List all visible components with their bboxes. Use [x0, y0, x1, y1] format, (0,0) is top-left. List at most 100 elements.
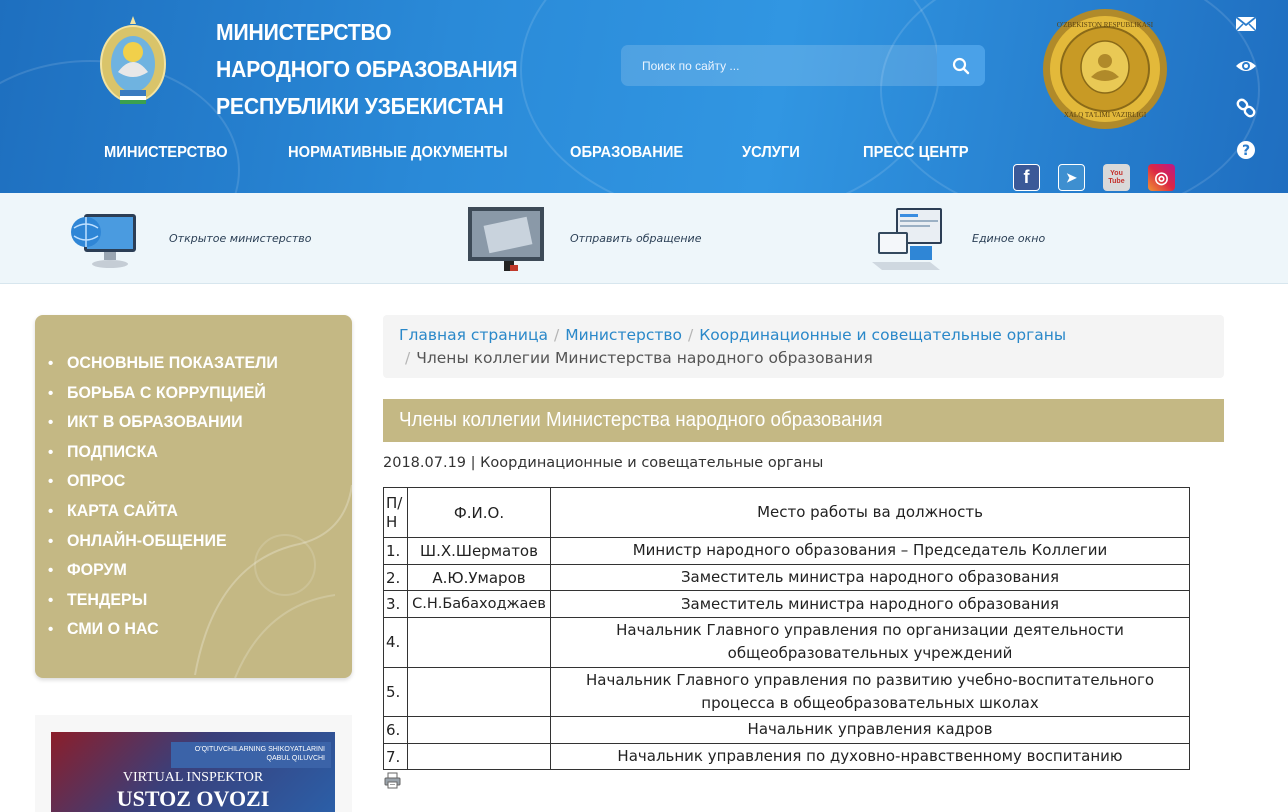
- instagram-icon[interactable]: ◎: [1148, 164, 1175, 191]
- ministry-title[interactable]: МИНИСТЕРСТВО НАРОДНОГО ОБРАЗОВАНИЯ РЕСПУ…: [216, 14, 520, 125]
- telegram-glyph: ➤: [1066, 169, 1077, 185]
- main-navigation: МИНИСТЕРСТВО НОРМАТИВНЫЕ ДОКУМЕНТЫ ОБРАЗ…: [104, 144, 983, 168]
- ministry-title-line: НАРОДНОГО ОБРАЗОВАНИЯ: [216, 56, 518, 82]
- sidebar-menu: • ОСНОВНЫЕ ПОКАЗАТЕЛИ • БОРЬБА С КОРРУПЦИЕ…: [35, 315, 352, 678]
- ministry-seal-logo[interactable]: O'ZBEKISTON RESPUBLIKASI XALQ TA'LIMI VA…: [1041, 7, 1169, 131]
- nav-services[interactable]: УСЛУГИ: [742, 144, 853, 168]
- nav-normative-documents[interactable]: НОРМАТИВНЫЕ ДОКУМЕНТЫ: [288, 144, 547, 168]
- banner-big-text: USTOZ OVOZI: [116, 786, 270, 811]
- banner-mid-text: VIRTUAL INSPEKTOR: [122, 770, 264, 785]
- cell-name: Ш.Х.Шерматов: [407, 537, 551, 565]
- help-icon[interactable]: ?: [1232, 136, 1260, 164]
- sidebar-item-main-indicators[interactable]: • ОСНОВНЫЕ ПОКАЗАТЕЛИ: [48, 348, 291, 378]
- sidebar-item-label: ОПРОС: [67, 471, 126, 491]
- nav-press-center[interactable]: ПРЕСС ЦЕНТР: [863, 144, 973, 168]
- mail-icon[interactable]: [1232, 10, 1260, 38]
- sidebar-item-sitemap[interactable]: • КАРТА САЙТА: [48, 496, 291, 526]
- sidebar-item-label: ТЕНДЕРЫ: [67, 589, 148, 609]
- sidebar-item-label: ОНЛАЙН-ОБЩЕНИЕ: [67, 530, 227, 550]
- breadcrumb-current: Члены коллегии Министерства народного об…: [416, 349, 873, 367]
- ministry-title-line: РЕСПУБЛИКИ УЗБЕКИСТАН: [216, 93, 504, 119]
- sidebar-item-online-chat[interactable]: • ОНЛАЙН-ОБЩЕНИЕ: [48, 526, 291, 556]
- ustoz-ovozi-banner[interactable]: O'QITUVCHILARNING SHIKOYATLARINI QABUL Q…: [51, 732, 335, 812]
- cell-position: Заместитель министра народного образован…: [550, 590, 1190, 619]
- cell-name: [407, 617, 551, 668]
- breadcrumb-separator: /: [688, 326, 694, 344]
- breadcrumb: Главная страница / Министерство / Координаци…: [383, 315, 1224, 378]
- column-header-number: П/Н: [383, 487, 408, 538]
- service-open-ministry[interactable]: Открытое министерство: [70, 193, 311, 284]
- sidebar-item-label: БОРЬБА С КОРРУПЦИЕЙ: [67, 382, 266, 402]
- service-send-appeal[interactable]: Отправить обращение: [466, 193, 701, 284]
- state-emblem-logo[interactable]: [98, 12, 168, 108]
- page-title: Члены коллегии Министерства народного об…: [383, 399, 1224, 442]
- service-single-window[interactable]: Единое окно: [870, 193, 1045, 284]
- cell-number: 5.: [383, 666, 408, 718]
- cell-number: 4.: [383, 617, 408, 668]
- cell-number: 6.: [383, 716, 408, 744]
- breadcrumb-home[interactable]: Главная страница: [399, 326, 548, 344]
- board-members-table: П/Н Ф.И.О. Место работы ва должность 1. …: [383, 487, 1190, 771]
- service-label: Открытое министерство: [169, 232, 312, 245]
- seal-text-bottom: XALQ TA'LIMI VAZIRLIGI: [1064, 111, 1147, 119]
- sidebar-item-poll[interactable]: • ОПРОС: [48, 466, 291, 496]
- cell-number: 2.: [383, 563, 408, 592]
- nav-education[interactable]: ОБРАЗОВАНИЕ: [570, 144, 728, 168]
- monitor-globe-icon: [71, 213, 136, 268]
- cell-name: С.Н.Бабаходжаев: [407, 590, 551, 619]
- cell-number: 3.: [383, 590, 408, 619]
- sidebar-item-anti-corruption[interactable]: • БОРЬБА С КОРРУПЦИЕЙ: [48, 378, 291, 408]
- sidebar-item-label: ОСНОВНЫЕ ПОКАЗАТЕЛИ: [67, 353, 278, 372]
- monitor-mail-icon: [468, 206, 544, 271]
- article-date: 2018.07.19: [383, 455, 467, 471]
- service-label: Отправить обращение: [570, 232, 702, 245]
- eye-icon[interactable]: [1232, 52, 1260, 80]
- sidebar-item-tenders[interactable]: • ТЕНДЕРЫ: [48, 585, 291, 615]
- youtube-glyph: You Tube: [1108, 169, 1125, 185]
- site-header: МИНИСТЕРСТВО НАРОДНОГО ОБРАЗОВАНИЯ РЕСПУ…: [0, 0, 1288, 193]
- breadcrumb-separator: /: [405, 349, 411, 367]
- breadcrumb-coordination-bodies[interactable]: Координационные и совещательные органы: [699, 326, 1066, 344]
- column-header-position: Место работы ва должность: [550, 487, 1190, 538]
- search-button[interactable]: [937, 45, 985, 86]
- breadcrumb-ministry[interactable]: Министерство: [565, 326, 682, 344]
- cell-name: [407, 666, 551, 718]
- table-row: 1. Ш.Х.Шерматов Министр народного образо…: [383, 537, 1190, 565]
- cell-position: Начальник Главного управления по развити…: [550, 666, 1190, 718]
- banner-container: O'QITUVCHILARNING SHIKOYATLARINI QABUL Q…: [35, 715, 352, 812]
- cell-number: 1.: [383, 537, 408, 565]
- youtube-icon[interactable]: You Tube: [1103, 164, 1130, 191]
- print-icon[interactable]: [384, 772, 401, 789]
- cell-position: Начальник Главного управления по организ…: [550, 617, 1190, 668]
- nav-ministry[interactable]: МИНИСТЕРСТВО: [104, 144, 273, 168]
- column-header-name: Ф.И.О.: [407, 487, 551, 538]
- instagram-glyph: ◎: [1154, 169, 1169, 187]
- breadcrumb-separator: /: [554, 326, 560, 344]
- table-row: 4. Начальник Главного управления по орга…: [383, 617, 1190, 668]
- ministry-title-line: МИНИСТЕРСТВО: [216, 19, 392, 45]
- sidebar-item-subscription[interactable]: • ПОДПИСКА: [48, 437, 291, 467]
- cell-name: [407, 742, 551, 771]
- search-icon: [952, 57, 970, 74]
- cell-position: Министр народного образования – Председа…: [550, 537, 1190, 565]
- table-row: 7. Начальник управления по духовно-нравс…: [383, 742, 1190, 771]
- search-form: [621, 45, 985, 86]
- facebook-glyph: f: [1023, 167, 1030, 187]
- cell-name: [407, 716, 551, 744]
- search-input[interactable]: [621, 45, 937, 86]
- cell-position: Заместитель министра народного образован…: [550, 563, 1190, 592]
- sidebar-item-forum[interactable]: • ФОРУМ: [48, 555, 291, 585]
- cell-position: Начальник управления по духовно-нравстве…: [550, 742, 1190, 771]
- link-icon[interactable]: [1232, 94, 1260, 122]
- facebook-icon[interactable]: f: [1013, 164, 1040, 191]
- cell-name: А.Ю.Умаров: [407, 563, 551, 592]
- article-meta: 2018.07.19 | Координационные и совещател…: [383, 455, 823, 471]
- sidebar-item-media-about-us[interactable]: • СМИ О НАС: [48, 614, 291, 644]
- sidebar-item-ict[interactable]: • ИКТ В ОБРАЗОВАНИИ: [48, 407, 291, 437]
- sidebar-item-label: СМИ О НАС: [67, 619, 159, 639]
- telegram-icon[interactable]: ➤: [1058, 164, 1085, 191]
- sidebar-item-label: ИКТ В ОБРАЗОВАНИИ: [67, 412, 243, 432]
- social-links: f ➤ You Tube ◎: [1013, 164, 1175, 191]
- sidebar-item-label: ФОРУМ: [67, 560, 127, 580]
- table-row: 5. Начальник Главного управления по разв…: [383, 666, 1190, 718]
